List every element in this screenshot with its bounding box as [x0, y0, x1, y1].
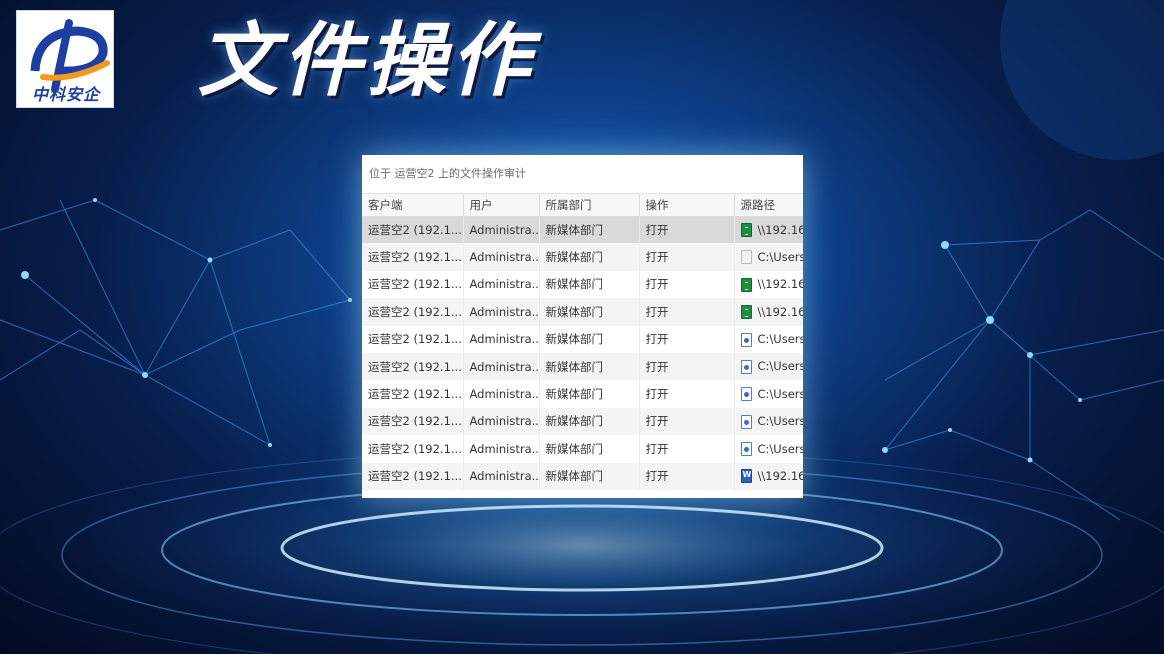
- company-logo: 中科安企: [16, 10, 114, 108]
- cell-user: Administra...: [463, 325, 540, 353]
- source-path-text: \\192.16: [757, 468, 804, 483]
- cell-department: 新媒体部门: [539, 243, 640, 271]
- table-row[interactable]: 运营空2 (192.1...Administra...新媒体部门打开 \\192.…: [362, 298, 804, 326]
- source-path-text: C:\Users: [757, 249, 804, 264]
- document-icon: [740, 387, 752, 402]
- cell-user: Administra...: [463, 435, 540, 463]
- source-path-text: \\192.16: [757, 304, 804, 319]
- cell-source-path: C:\Users: [734, 352, 804, 381]
- document-icon: [740, 414, 752, 429]
- cell-user: Administra...: [463, 407, 540, 436]
- column-header-source-path[interactable]: 源路径: [734, 194, 803, 217]
- cell-department: 新媒体部门: [539, 435, 640, 463]
- cell-client: 运营空2 (192.1...: [362, 325, 464, 353]
- cell-operation: 打开: [639, 435, 735, 463]
- column-header-operation[interactable]: 操作: [639, 194, 735, 217]
- cell-department: 新媒体部门: [539, 216, 640, 244]
- word-icon: [740, 469, 752, 484]
- cell-operation: 打开: [639, 216, 735, 244]
- cell-operation: 打开: [639, 243, 735, 271]
- table-row[interactable]: 运营空2 (192.1... Administra... 新媒体部门 打开 C:\Use…: [362, 243, 804, 271]
- table-row[interactable]: 运营空2 (192.1...Administra...新媒体部门打开 \\192.…: [362, 270, 803, 299]
- source-path-text: C:\Users: [757, 414, 804, 429]
- cell-client: 运营空2 (192.1...: [362, 380, 464, 408]
- cell-source-path: C:\Users: [734, 380, 803, 407]
- cell-user: Administra...: [463, 352, 540, 381]
- document-icon: [740, 332, 752, 347]
- column-header-department[interactable]: 所属部门: [539, 194, 640, 217]
- cell-user: Administra...: [463, 462, 540, 490]
- cell-source-path: \\192.16: [734, 462, 804, 490]
- table-row[interactable]: 运营空2 (192.1...Administra...新媒体部门打开 \\192.…: [362, 462, 804, 490]
- page-title: 文件操作: [198, 14, 534, 107]
- cell-client: 运营空2 (192.1...: [362, 270, 464, 299]
- cell-client: 运营空2 (192.1...: [362, 352, 464, 381]
- cell-user: Administra...: [463, 298, 540, 326]
- cell-client: 运营空2 (192.1...: [362, 407, 464, 436]
- cell-operation: 打开: [639, 407, 735, 436]
- cell-source-path: C:\Users: [734, 435, 803, 462]
- cell-operation: 打开: [639, 380, 735, 408]
- table-row[interactable]: 运营空2 (192.1... Administra... 新媒体部门 打开 C:\Use…: [362, 435, 803, 463]
- cell-operation: 打开: [639, 325, 735, 353]
- source-path-text: C:\Users: [757, 359, 804, 374]
- cell-department: 新媒体部门: [539, 462, 640, 490]
- cell-department: 新媒体部门: [539, 298, 640, 326]
- table-row[interactable]: 运营空2 (192.1... Administra... 新媒体部门 打开 C:\Use…: [362, 325, 803, 353]
- cell-operation: 打开: [639, 298, 735, 326]
- cell-source-path: C:\Users: [734, 407, 804, 436]
- source-path-text: \\192.16: [757, 222, 804, 237]
- table-row[interactable]: 运营空2 (192.1... Administra... 新媒体部门 打开 C:\Use…: [362, 352, 804, 381]
- cell-client: 运营空2 (192.1...: [362, 435, 464, 463]
- table-row[interactable]: 运营空2 (192.1... Administra... 新媒体部门 打开 C:\Use…: [362, 407, 804, 436]
- table-row[interactable]: 运营空2 (192.1...Administra...新媒体部门打开 \\192.…: [362, 216, 804, 244]
- cell-user: Administra...: [463, 216, 540, 244]
- cell-source-path: \\192.16: [734, 216, 804, 244]
- file-operation-table: 客户端 用户 所属部门 操作 源路径 运营空2 (192.1... Adminis…: [362, 194, 803, 490]
- logo-text: 中科安企: [31, 85, 100, 104]
- cell-department: 新媒体部门: [539, 325, 640, 353]
- cell-client: 运营空2 (192.1...: [362, 216, 464, 244]
- cell-client: 运营空2 (192.1...: [362, 243, 464, 271]
- source-path-text: \\192.16: [757, 277, 804, 292]
- panel-header: 位于 运营空2 上的文件操作审计: [362, 155, 803, 194]
- cell-client: 运营空2 (192.1...: [362, 298, 464, 326]
- file-audit-panel: 位于 运营空2 上的文件操作审计 客户端 用户 所属部门 操作 源路径 运营空2…: [362, 155, 803, 498]
- table-header-row: 客户端 用户 所属部门 操作 源路径: [362, 194, 803, 217]
- cell-source-path: C:\Users: [734, 326, 803, 353]
- source-path-text: C:\Users: [757, 332, 804, 346]
- table-row[interactable]: 运营空2 (192.1... Administra... 新媒体部门 打开 C:\Use…: [362, 380, 803, 408]
- excel-icon: [740, 277, 752, 292]
- cell-source-path: \\192.16: [734, 271, 803, 298]
- cell-operation: 打开: [639, 352, 735, 381]
- source-path-text: C:\Users: [757, 386, 804, 401]
- document-icon: [740, 442, 752, 457]
- cell-department: 新媒体部门: [539, 352, 640, 381]
- source-path-text: C:\Users: [757, 441, 804, 456]
- column-header-client[interactable]: 客户端: [362, 194, 464, 217]
- cell-source-path: \\192.16: [734, 298, 804, 326]
- document-icon: [740, 359, 752, 374]
- text-file-icon: [740, 250, 752, 265]
- cell-department: 新媒体部门: [539, 380, 640, 408]
- excel-icon: [740, 305, 752, 320]
- cell-user: Administra...: [463, 270, 540, 299]
- cell-operation: 打开: [639, 270, 735, 299]
- cell-user: Administra...: [463, 243, 540, 271]
- column-header-user[interactable]: 用户: [463, 194, 540, 217]
- cell-source-path: C:\Users: [734, 243, 804, 271]
- cell-department: 新媒体部门: [539, 407, 640, 436]
- cell-client: 运营空2 (192.1...: [362, 462, 464, 490]
- cell-department: 新媒体部门: [539, 270, 640, 299]
- excel-icon: [740, 223, 752, 238]
- cell-operation: 打开: [639, 462, 735, 490]
- cell-user: Administra...: [463, 380, 540, 408]
